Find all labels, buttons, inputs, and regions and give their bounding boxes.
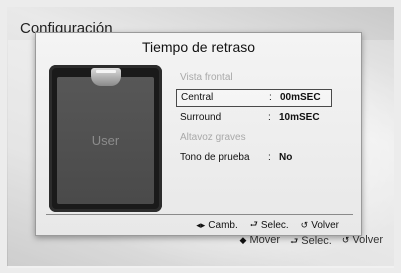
- row-surround[interactable]: Surround : 10mSEC: [176, 109, 332, 127]
- footer-select-label: Selec.: [260, 219, 289, 231]
- row-separator: :: [269, 92, 272, 103]
- background-footer-move: ◆ Mover: [240, 234, 281, 250]
- row-label: Vista frontal: [180, 72, 233, 83]
- footer-select[interactable]: ⮐ Selec.: [250, 217, 289, 233]
- footer-change-label: Camb.: [208, 219, 238, 231]
- return-icon: ↺: [300, 219, 309, 230]
- footer-return-label: Volver: [311, 219, 339, 231]
- row-label: Tono de prueba: [180, 152, 250, 163]
- delay-time-dialog: Tiempo de retraso User Vista frontal Cen…: [35, 32, 362, 236]
- background-footer-select-label: Selec.: [301, 235, 332, 247]
- row-separator: :: [268, 112, 271, 123]
- row-label: Surround: [180, 112, 222, 123]
- row-vista-frontal: Vista frontal: [176, 69, 332, 87]
- return-icon: ↺: [341, 235, 350, 245]
- enter-icon: ⮐: [290, 236, 299, 246]
- row-value: No: [279, 152, 293, 163]
- row-label: Central: [181, 92, 214, 103]
- device-label: User: [91, 133, 120, 148]
- footer-divider: [46, 214, 353, 215]
- nav-arrows-icon: ◆: [239, 235, 247, 245]
- row-value: 00mSEC: [280, 92, 321, 103]
- row-label: Altavoz graves: [180, 132, 246, 143]
- row-value: 10mSEC: [279, 112, 320, 123]
- left-right-arrows-icon: ◂▸: [196, 219, 206, 230]
- row-altavoz-graves: Altavoz graves: [176, 129, 332, 147]
- background-footer-return: ↺ Volver: [342, 234, 383, 250]
- footer-change[interactable]: ◂▸ Camb.: [196, 220, 238, 231]
- row-tono-de-prueba[interactable]: Tono de prueba : No: [176, 149, 332, 167]
- enter-icon: ⮐: [249, 219, 258, 229]
- background-footer-select: ⮐ Selec.: [290, 234, 332, 250]
- background-footer: ◆ Mover ⮐ Selec. ↺ Volver: [240, 234, 383, 250]
- dialog-title: Tiempo de retraso: [141, 39, 256, 55]
- row-central[interactable]: Central : 00mSEC: [176, 89, 332, 107]
- dialog-footer: ◂▸ Camb. ⮐ Selec. ↺ Volver: [196, 217, 339, 233]
- footer-return[interactable]: ↺ Volver: [301, 220, 339, 231]
- device-clip-icon: [91, 68, 121, 86]
- speaker-device-illustration: User: [49, 65, 162, 212]
- row-separator: :: [268, 152, 271, 163]
